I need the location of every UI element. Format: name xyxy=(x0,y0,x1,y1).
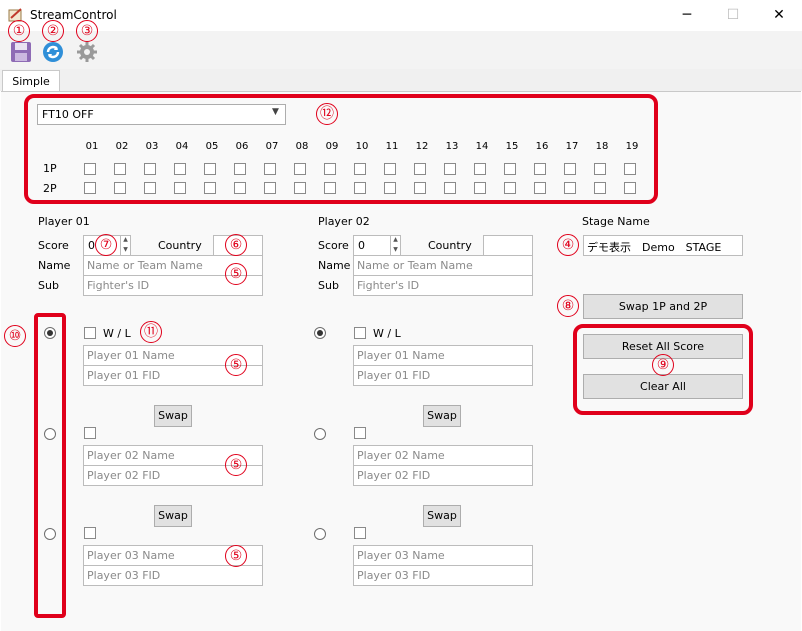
stage-name-field[interactable]: デモ表示 Demo STAGE xyxy=(583,235,743,256)
annotation-badge-12: ⑫ xyxy=(316,103,338,125)
left-slot2-name-placeholder: Player 02 Name xyxy=(87,449,175,462)
window-title: StreamControl xyxy=(30,8,117,22)
right-slot3-name-field[interactable]: Player 03 Name xyxy=(353,545,533,566)
slot2-radio-right[interactable] xyxy=(314,428,326,440)
p2-country-label: Country xyxy=(428,239,472,252)
annotation-badge-6: ⑥ xyxy=(225,234,247,256)
left-slot1-name-placeholder: Player 01 Name xyxy=(87,349,175,362)
annotation-badge-9: ⑨ xyxy=(652,354,674,376)
annotation-badge-8: ⑧ xyxy=(557,295,579,317)
p2-country-field[interactable] xyxy=(483,235,533,256)
tab-strip xyxy=(0,69,802,91)
minimize-button[interactable]: ─ xyxy=(664,0,710,31)
p2-name-placeholder: Name or Team Name xyxy=(357,259,473,272)
player1-header: Player 01 xyxy=(38,215,90,228)
p2-score-label: Score xyxy=(318,239,349,252)
left-slot3-fid-field[interactable]: Player 03 FID xyxy=(83,565,263,586)
p2-score-value: 0 xyxy=(358,239,365,252)
p1-score-label: Score xyxy=(38,239,69,252)
player2-header: Player 02 xyxy=(318,215,370,228)
refresh-icon[interactable] xyxy=(42,41,64,63)
left-slot3-name-placeholder: Player 03 Name xyxy=(87,549,175,562)
p1-name-label: Name xyxy=(38,259,71,272)
toolbar xyxy=(0,31,802,69)
right-slot3-fid-placeholder: Player 03 FID xyxy=(357,569,431,582)
gear-icon[interactable] xyxy=(76,41,98,63)
right-slot2-fid-placeholder: Player 02 FID xyxy=(357,469,431,482)
p2-sub-field[interactable]: Fighter's ID xyxy=(353,275,533,296)
slot2-checkbox-right[interactable] xyxy=(354,427,366,439)
right-slot2-fid-field[interactable]: Player 02 FID xyxy=(353,465,533,486)
swap-button-right-2[interactable]: Swap xyxy=(423,505,461,527)
right-slot3-fid-field[interactable]: Player 03 FID xyxy=(353,565,533,586)
swap-button-right-1[interactable]: Swap xyxy=(423,405,461,427)
wl-checkbox-right[interactable] xyxy=(354,327,366,339)
maximize-button[interactable]: ☐ xyxy=(710,0,756,31)
p1-sub-label: Sub xyxy=(38,279,59,292)
p2-sub-label: Sub xyxy=(318,279,339,292)
right-slot1-fid-placeholder: Player 01 FID xyxy=(357,369,431,382)
p1-score-value: 0 xyxy=(88,239,95,252)
p2-score-spinner[interactable]: ▲ ▼ xyxy=(390,235,400,256)
annotation-badge-5a: ⑤ xyxy=(225,263,247,285)
p1-country-label: Country xyxy=(158,239,202,252)
p2-score-stepper[interactable]: 0 ▲ ▼ xyxy=(353,235,401,256)
annotation-badge-3: ③ xyxy=(76,20,98,42)
right-slot2-name-placeholder: Player 02 Name xyxy=(357,449,445,462)
stage-name-label: Stage Name xyxy=(582,215,650,228)
annotation-badge-11: ⑪ xyxy=(140,321,162,343)
left-slot3-fid-placeholder: Player 03 FID xyxy=(87,569,161,582)
annotation-badge-1: ① xyxy=(8,20,30,42)
annotation-badge-4: ④ xyxy=(557,234,579,256)
slot3-radio-right[interactable] xyxy=(314,528,326,540)
stage-name-value: デモ表示 Demo STAGE xyxy=(587,241,722,254)
right-slot1-name-placeholder: Player 01 Name xyxy=(357,349,445,362)
right-slot3-name-placeholder: Player 03 Name xyxy=(357,549,445,562)
slot1-radio-right[interactable] xyxy=(314,327,326,339)
annotation-badge-7: ⑦ xyxy=(95,234,117,256)
right-slot2-name-field[interactable]: Player 02 Name xyxy=(353,445,533,466)
slot3-checkbox-left[interactable] xyxy=(84,527,96,539)
annotation-box-radios xyxy=(34,313,66,618)
floppy-disk-icon[interactable] xyxy=(10,41,32,63)
swap-button-left-1[interactable]: Swap xyxy=(154,405,192,427)
slot2-checkbox-left[interactable] xyxy=(84,427,96,439)
p1-score-spinner[interactable]: ▲ ▼ xyxy=(120,235,130,256)
right-slot1-fid-field[interactable]: Player 01 FID xyxy=(353,365,533,386)
annotation-box-ft xyxy=(24,94,658,204)
p2-name-label: Name xyxy=(318,259,351,272)
annotation-badge-10: ⑩ xyxy=(4,325,26,347)
annotation-badge-2: ② xyxy=(42,20,64,42)
p1-sub-placeholder: Fighter's ID xyxy=(87,279,150,292)
tab-simple[interactable]: Simple xyxy=(2,70,60,92)
annotation-badge-5b: ⑤ xyxy=(225,354,247,376)
p2-sub-placeholder: Fighter's ID xyxy=(357,279,420,292)
slot3-checkbox-right[interactable] xyxy=(354,527,366,539)
p1-name-placeholder: Name or Team Name xyxy=(87,259,203,272)
p2-name-field[interactable]: Name or Team Name xyxy=(353,255,533,276)
wl-label-right: W / L xyxy=(373,327,401,340)
right-slot1-name-field[interactable]: Player 01 Name xyxy=(353,345,533,366)
swap-button-left-2[interactable]: Swap xyxy=(154,505,192,527)
left-slot2-fid-placeholder: Player 02 FID xyxy=(87,469,161,482)
radio-selected-dot xyxy=(317,330,323,336)
annotation-badge-5d: ⑤ xyxy=(225,545,247,567)
swap-players-button[interactable]: Swap 1P and 2P xyxy=(583,294,743,319)
left-slot1-fid-placeholder: Player 01 FID xyxy=(87,369,161,382)
annotation-badge-5c: ⑤ xyxy=(225,454,247,476)
wl-checkbox-left[interactable] xyxy=(84,327,96,339)
close-button[interactable]: ✕ xyxy=(756,0,802,31)
wl-label-left: W / L xyxy=(103,327,131,340)
